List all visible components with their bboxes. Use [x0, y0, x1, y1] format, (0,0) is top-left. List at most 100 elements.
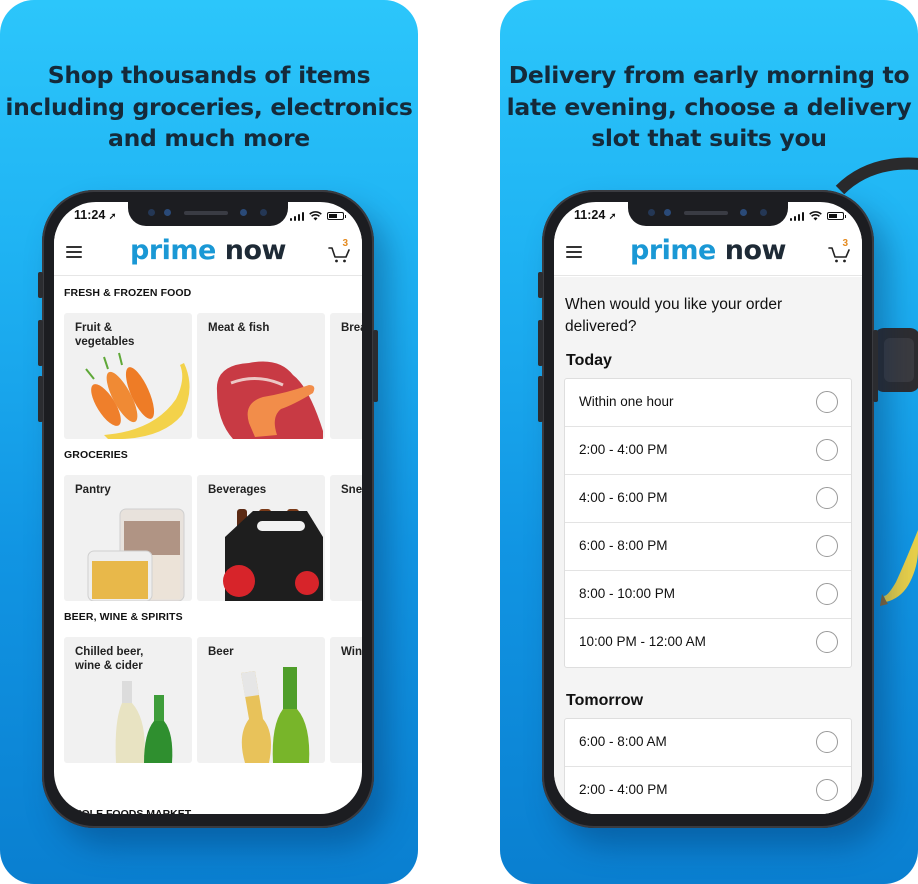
card-label: Beverages [208, 484, 267, 496]
category-card-beverages[interactable]: Beverages [197, 475, 325, 601]
category-card-snacks[interactable]: Snea [330, 475, 362, 601]
radio-button[interactable] [816, 391, 838, 413]
status-time: 11:24 ➚ [574, 208, 616, 222]
status-time-text: 11:24 [574, 208, 606, 222]
headline-line: late evening, choose a delivery [506, 92, 912, 121]
radio-button[interactable] [816, 487, 838, 509]
category-card-wine[interactable]: Win [330, 637, 362, 763]
logo-prime: prime [130, 235, 216, 266]
category-browser: FRESH & FROZEN FOOD Fruit & vegetables M… [54, 277, 362, 814]
slot-label: 2:00 - 4:00 PM [579, 442, 668, 457]
card-label: Pantry [75, 484, 111, 496]
prime-now-logo[interactable]: prime now [554, 235, 862, 266]
category-card-fruit-vegetables[interactable]: Fruit & vegetables [64, 313, 192, 439]
phone-frame: 11:24 ➚ prime now [538, 190, 878, 828]
delivery-slot[interactable]: 6:00 - 8:00 AM [565, 719, 851, 767]
card-row: Chilled beer, wine & cider Beer Win [64, 637, 362, 763]
slot-label: Within one hour [579, 394, 674, 409]
delivery-slot[interactable]: 2:00 - 4:00 PM [565, 767, 851, 814]
radio-button[interactable] [816, 439, 838, 461]
headline-line: Shop thousands of items [47, 61, 371, 89]
volume-up-button [38, 320, 43, 366]
card-label: Fruit & vegetables [75, 322, 135, 348]
logo-now: now [724, 235, 787, 266]
cart-count-badge: 3 [842, 238, 848, 249]
mute-switch [538, 272, 543, 298]
cart-icon [328, 247, 350, 263]
volume-up-button [538, 320, 543, 366]
notch [628, 202, 788, 226]
slot-label: 2:00 - 4:00 PM [579, 782, 668, 797]
slot-list-tomorrow: 6:00 - 8:00 AM 2:00 - 4:00 PM [564, 718, 852, 814]
app-header: prime now 3 [554, 232, 862, 276]
card-row: Fruit & vegetables Meat & fish Brea [64, 313, 362, 439]
power-button [373, 330, 378, 402]
delivery-question: When would you like your order delivered… [565, 296, 783, 335]
day-title-tomorrow: Tomorrow [566, 692, 644, 709]
phone-frame: 11:24 ➚ prime now [38, 190, 378, 828]
logo-prime: prime [630, 235, 716, 266]
category-card-chilled-drinks[interactable]: Chilled beer, wine & cider [64, 637, 192, 763]
delivery-slot[interactable]: 6:00 - 8:00 PM [565, 523, 851, 571]
headline-line: and much more [108, 124, 310, 152]
logo-now: now [224, 235, 287, 266]
banana-image [880, 530, 918, 606]
radio-button[interactable] [816, 731, 838, 753]
section-title: GROCERIES [64, 449, 128, 461]
location-arrow-icon: ➚ [108, 211, 117, 221]
delivery-slot-picker: When would you like your order delivered… [554, 277, 862, 814]
delivery-slot[interactable]: 4:00 - 6:00 PM [565, 475, 851, 523]
signal-icon [789, 211, 804, 221]
slot-label: 10:00 PM - 12:00 AM [579, 634, 706, 649]
category-card-beer[interactable]: Beer [197, 637, 325, 763]
radio-button[interactable] [816, 535, 838, 557]
section-title-cutoff: WHOLE FOODS MARKET [64, 808, 192, 814]
card-label: Win [341, 646, 362, 658]
headline-delivery: Delivery from early morning to late even… [500, 60, 918, 155]
cart-count-badge: 3 [342, 238, 348, 249]
delivery-slot[interactable]: 8:00 - 10:00 PM [565, 571, 851, 619]
category-card-meat-fish[interactable]: Meat & fish [197, 313, 325, 439]
mute-switch [38, 272, 43, 298]
status-time-text: 11:24 [74, 208, 106, 222]
cart-button[interactable]: 3 [828, 238, 852, 264]
card-label: Brea [341, 322, 362, 334]
cart-button[interactable]: 3 [328, 238, 352, 264]
prime-now-logo[interactable]: prime now [54, 235, 362, 266]
signal-icon [289, 211, 304, 221]
status-time: 11:24 ➚ [74, 208, 116, 222]
status-icons [289, 211, 346, 221]
day-title-today: Today [566, 352, 612, 369]
power-button [873, 330, 878, 402]
headline-shop: Shop thousands of items including grocer… [0, 60, 418, 155]
card-label: Chilled beer, wine & cider [75, 646, 144, 672]
section-title: BEER, WINE & SPIRITS [64, 611, 183, 623]
delivery-slot[interactable]: Within one hour [565, 379, 851, 427]
category-card-pantry[interactable]: Pantry [64, 475, 192, 601]
section-title: FRESH & FROZEN FOOD [64, 287, 192, 299]
category-card-bread[interactable]: Brea [330, 313, 362, 439]
phone-screen: 11:24 ➚ prime now [554, 202, 862, 814]
slot-label: 8:00 - 10:00 PM [579, 586, 676, 601]
headline-line: slot that suits you [591, 124, 827, 152]
volume-down-button [538, 376, 543, 422]
delivery-slot[interactable]: 2:00 - 4:00 PM [565, 427, 851, 475]
app-header: prime now 3 [54, 232, 362, 276]
slot-label: 6:00 - 8:00 PM [579, 538, 668, 553]
promo-panel-shop: Shop thousands of items including grocer… [0, 0, 418, 884]
location-arrow-icon: ➚ [608, 211, 617, 221]
radio-button[interactable] [816, 631, 838, 653]
card-label: Meat & fish [208, 322, 270, 334]
phone-screen: 11:24 ➚ prime now [54, 202, 362, 814]
delivery-slot[interactable]: 10:00 PM - 12:00 AM [565, 619, 851, 667]
headline-line: Delivery from early morning to [508, 61, 910, 89]
battery-icon [827, 212, 846, 220]
cart-icon [828, 247, 850, 263]
card-label: Snea [341, 484, 362, 496]
radio-button[interactable] [816, 779, 838, 801]
status-icons [789, 211, 846, 221]
radio-button[interactable] [816, 583, 838, 605]
wifi-icon [809, 211, 822, 221]
notch [128, 202, 288, 226]
battery-icon [327, 212, 346, 220]
